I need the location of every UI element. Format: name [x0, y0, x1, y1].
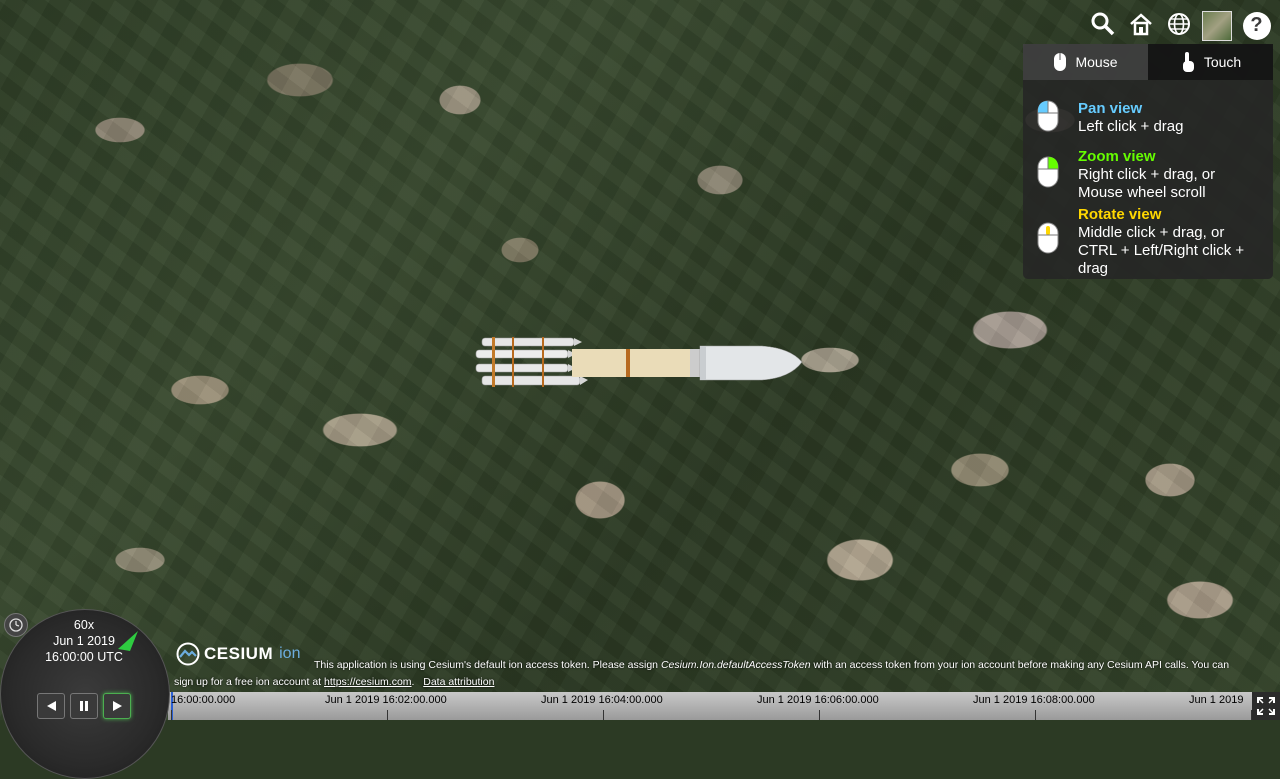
pan-view-desc: Left click + drag	[1078, 118, 1184, 135]
fullscreen-button[interactable]	[1252, 692, 1280, 720]
mouse-right-click-icon	[1037, 156, 1059, 188]
hand-icon	[1182, 52, 1194, 72]
rocket-model	[475, 337, 803, 387]
base-layer-picker[interactable]	[1200, 7, 1234, 41]
question-icon: ?	[1242, 11, 1271, 40]
rewind-button[interactable]	[37, 693, 65, 719]
tab-mouse[interactable]: Mouse	[1023, 44, 1148, 80]
timeline-label: Jun 1 2019 16:04:00.000	[541, 694, 663, 706]
timeline-tick	[387, 710, 388, 720]
clock-icon[interactable]	[4, 613, 28, 637]
animation-time: 16:00:00 UTC	[45, 650, 123, 664]
timeline-label: Jun 1 2019	[1189, 694, 1244, 706]
rotate-view-desc-1: Middle click + drag, or	[1078, 224, 1225, 241]
help-button[interactable]: ?	[1238, 7, 1272, 41]
timeline-label: Jun 1 2019 16:08:00.000	[973, 694, 1095, 706]
notice-token: Cesium.Ion.defaultAccessToken	[660, 659, 811, 671]
home-icon[interactable]	[1124, 7, 1158, 41]
notice-line2: sign up for a free ion account at	[174, 676, 325, 688]
play-button[interactable]	[103, 693, 131, 719]
mouse-left-click-icon	[1037, 100, 1059, 132]
zoom-view-desc-1: Right click + drag, or	[1078, 166, 1216, 183]
animation-date: Jun 1 2019	[53, 634, 115, 648]
cesium-link[interactable]: https://cesium.com	[324, 676, 412, 688]
zoom-view-instruction: Zoom view Right click + drag, or Mouse w…	[1037, 148, 1215, 202]
notice-part2: with an access token from your ion accou…	[810, 659, 1230, 671]
timeline-tick	[603, 710, 604, 720]
navigation-help-tabs: Mouse Touch	[1023, 44, 1273, 80]
pan-view-instruction: Pan view Left click + drag	[1037, 100, 1183, 136]
notice-end: .	[411, 676, 415, 688]
imagery-thumbnail-icon	[1202, 10, 1232, 41]
rotate-view-desc-2: CTRL + Left/Right click +	[1078, 242, 1245, 259]
data-attribution-link[interactable]: Data attribution	[423, 676, 494, 688]
timeline-label: Jun 1 2019 16:02:00.000	[325, 694, 447, 706]
tab-touch[interactable]: Touch	[1148, 44, 1273, 80]
ion-token-notice: This application is using Cesium's defau…	[174, 657, 1264, 691]
timeline[interactable]: 16:00:00.000 Jun 1 2019 16:02:00.000 Jun…	[168, 692, 1252, 720]
tab-touch-label: Touch	[1203, 54, 1242, 70]
tab-mouse-label: Mouse	[1075, 54, 1118, 70]
rewind-icon	[47, 701, 56, 711]
timeline-tick	[1035, 710, 1036, 720]
timeline-label: 16:00:00.000	[171, 694, 236, 706]
toolbar: ?	[1086, 7, 1272, 41]
navigation-help-panel: Mouse Touch Pan view Left click + drag Z…	[1023, 44, 1273, 279]
search-icon[interactable]	[1086, 7, 1120, 41]
timeline-tick	[171, 710, 172, 720]
timeline-label: Jun 1 2019 16:06:00.000	[757, 694, 879, 706]
pause-icon	[80, 701, 88, 711]
zoom-view-desc-2: Mouse wheel scroll	[1078, 184, 1206, 201]
mouse-icon	[1054, 53, 1067, 71]
pause-button[interactable]	[70, 693, 98, 719]
rotate-view-title: Rotate view	[1078, 206, 1162, 223]
zoom-view-title: Zoom view	[1078, 148, 1156, 165]
rotate-view-instruction: Rotate view Middle click + drag, or CTRL…	[1037, 206, 1244, 278]
play-icon	[113, 701, 122, 711]
pan-view-title: Pan view	[1078, 100, 1143, 117]
mouse-middle-click-icon	[1037, 222, 1059, 254]
rotate-view-desc-3: drag	[1078, 260, 1109, 277]
fullscreen-icon	[1257, 697, 1275, 715]
notice-part1: This application is using Cesium's defau…	[314, 659, 661, 671]
timeline-tick	[819, 710, 820, 720]
globe-icon[interactable]	[1162, 7, 1196, 41]
